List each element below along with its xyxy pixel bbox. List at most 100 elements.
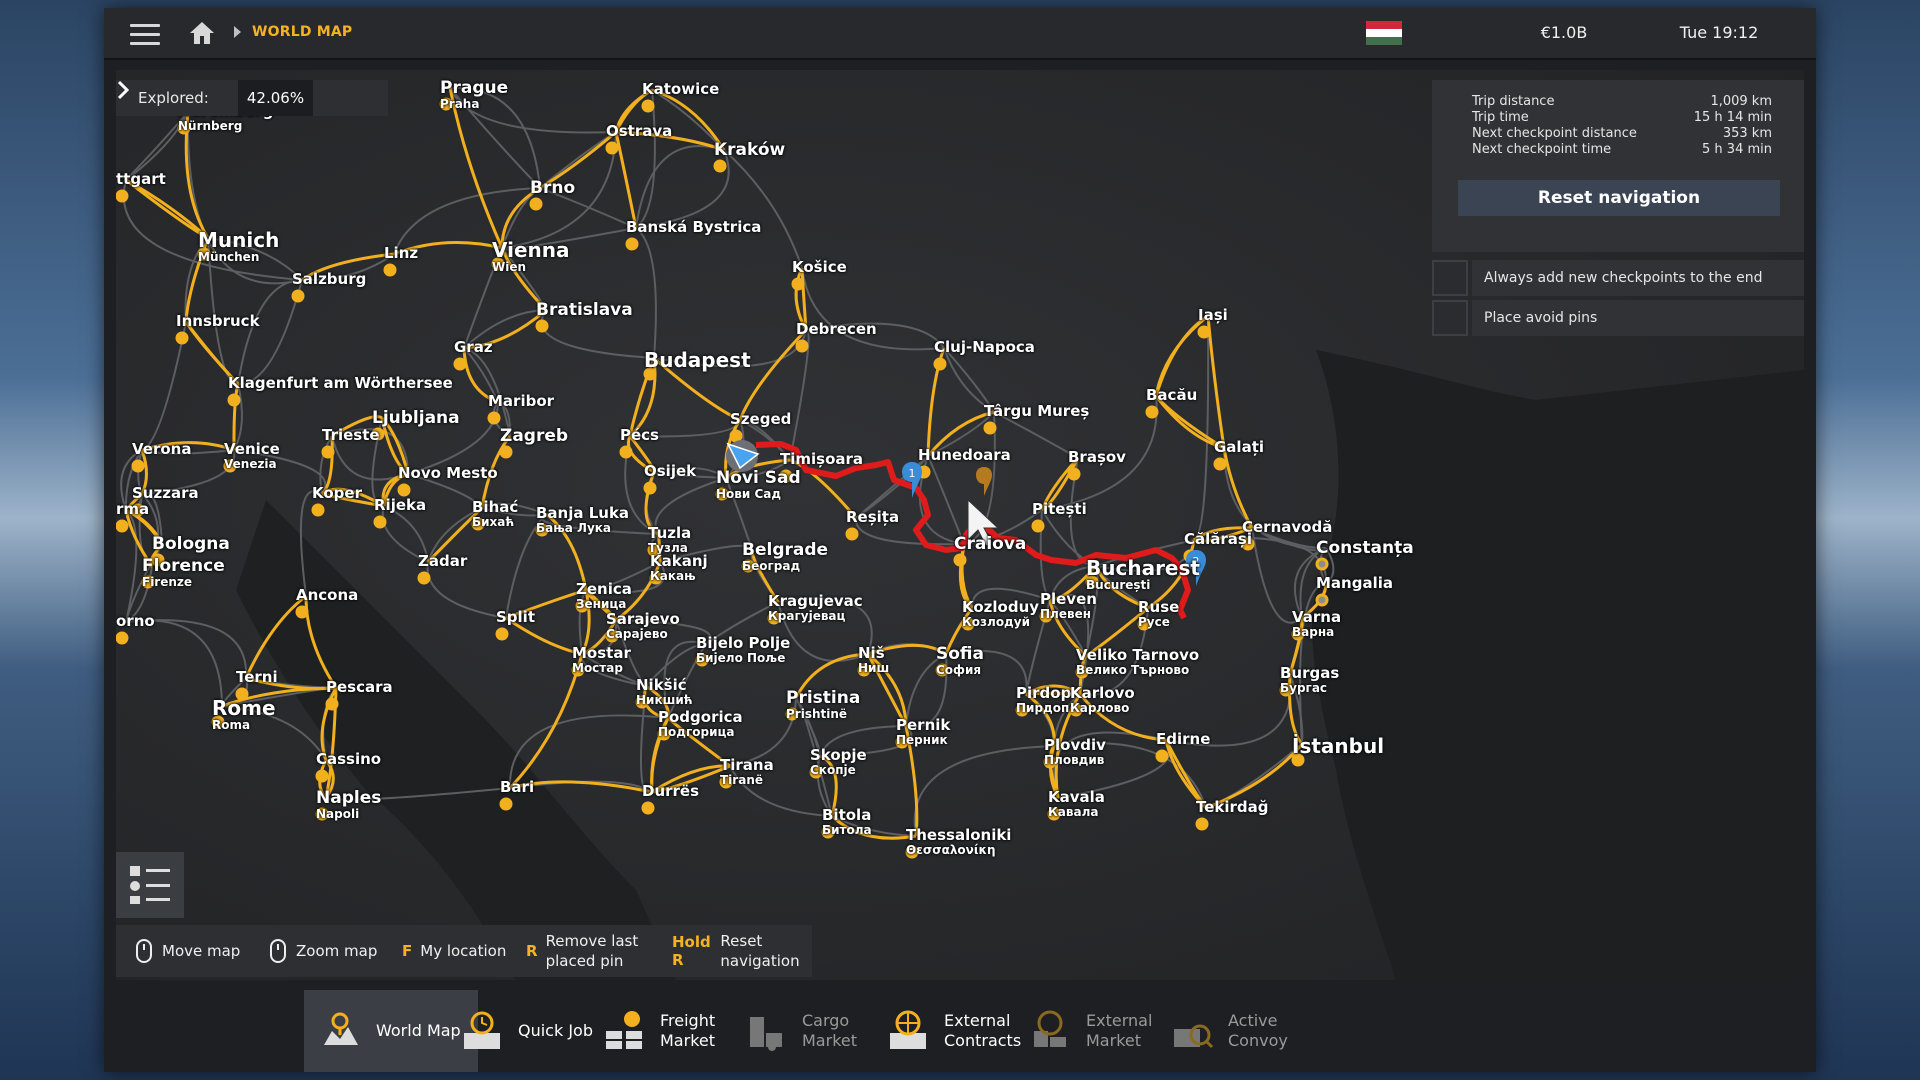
city-name: Ostrava: [606, 122, 673, 140]
city-dot[interactable]: [1213, 457, 1227, 471]
city-label: Nikšić Никшић: [636, 678, 693, 707]
city-dot[interactable]: [116, 519, 129, 533]
city-dot[interactable]: [983, 421, 997, 435]
city-dot[interactable]: [605, 141, 619, 155]
city-name: Bratislava: [536, 300, 633, 320]
city-local-name: Кавала: [1048, 805, 1099, 819]
place-avoid-pins-checkbox[interactable]: [1432, 300, 1468, 336]
city-label: Tekirdağ: [1196, 800, 1269, 815]
city-dot[interactable]: [1315, 557, 1329, 571]
hint-key: F: [402, 942, 413, 960]
city-dot[interactable]: [291, 289, 305, 303]
city-dot[interactable]: [643, 481, 657, 495]
city-name: Edirne: [1156, 730, 1211, 748]
city-dot[interactable]: [487, 411, 501, 425]
city-name: Timișoara: [780, 450, 864, 468]
tab-label: Cargo Market: [802, 1011, 857, 1051]
city-dot[interactable]: [625, 237, 639, 251]
city-dot[interactable]: [311, 503, 325, 517]
city-name: Banská Bystrica: [626, 218, 762, 236]
always-add-checkpoints-checkbox[interactable]: [1432, 260, 1468, 296]
city-dot[interactable]: [131, 459, 145, 473]
menu-icon[interactable]: [130, 20, 160, 46]
city-dot[interactable]: [295, 605, 309, 619]
tab-active-convoy[interactable]: Active Convoy: [1156, 990, 1330, 1072]
city-dot[interactable]: [1067, 467, 1081, 481]
city-dot[interactable]: [116, 189, 129, 203]
city-dot[interactable]: [1145, 405, 1159, 419]
city-label: Bologna: [152, 536, 230, 553]
city-dot[interactable]: [535, 319, 549, 333]
city-name: Terni: [236, 668, 278, 686]
city-label: Venice Venezia: [224, 442, 280, 471]
city-local-name: Пловдив: [1044, 753, 1105, 767]
city-name: Thessaloniki: [906, 826, 1012, 844]
city-dot[interactable]: [795, 339, 809, 353]
city-name: Cassino: [316, 750, 382, 768]
city-dot[interactable]: [1195, 817, 1209, 831]
next-checkpoint-time-row: Next checkpoint time 5 h 34 min: [1472, 142, 1772, 157]
city-dot[interactable]: [383, 263, 397, 277]
city-dot[interactable]: [321, 445, 335, 459]
option-label[interactable]: Always add new checkpoints to the end: [1472, 260, 1804, 296]
city-label: Durrës: [642, 784, 699, 799]
top-bar: WORLD MAP €1.0B Tue 19:12: [104, 8, 1816, 60]
city-dot[interactable]: [453, 357, 467, 371]
city-dot[interactable]: [495, 627, 509, 641]
place-avoid-pins-option[interactable]: Place avoid pins: [1432, 300, 1804, 336]
hint-remove-pin[interactable]: R Remove last placed pin: [526, 925, 656, 977]
city-dot[interactable]: [499, 797, 513, 811]
city-dot[interactable]: [373, 515, 387, 529]
hint-my-location[interactable]: F My location: [402, 925, 506, 977]
city-dot[interactable]: [641, 99, 655, 113]
city-name: Kavala: [1048, 788, 1105, 806]
city-dot[interactable]: [175, 331, 189, 345]
city-name: Verona: [132, 440, 192, 458]
stat-label: Next checkpoint time: [1472, 142, 1612, 157]
explored-expand-button[interactable]: [117, 80, 363, 116]
always-add-checkpoints-option[interactable]: Always add new checkpoints to the end: [1432, 260, 1804, 296]
stat-value: 1,009 km: [1710, 94, 1772, 109]
city-label: Košice: [792, 260, 847, 275]
city-dot[interactable]: [315, 769, 329, 783]
map-legend-button[interactable]: [116, 852, 184, 918]
tab-label-line: External: [944, 1011, 1011, 1030]
city-dot[interactable]: [933, 357, 947, 371]
city-name: Cluj-Napoca: [934, 338, 1035, 356]
city-label: Kozloduy Козлодуй: [962, 600, 1039, 629]
city-local-name: Venezia: [224, 457, 277, 471]
city-dot[interactable]: [729, 429, 743, 443]
city-local-name: Зеница: [576, 597, 627, 611]
option-label[interactable]: Place avoid pins: [1472, 300, 1804, 336]
city-dot[interactable]: [227, 393, 241, 407]
city-dot[interactable]: [1315, 593, 1329, 607]
city-name: Tirana: [720, 756, 774, 774]
city-label: Novi Sad Нови Сад: [716, 470, 801, 501]
city-label: Thessaloniki Θεσσαλονίκη: [906, 826, 1012, 857]
city-local-name: Варна: [1292, 625, 1335, 639]
city-dot[interactable]: [845, 527, 859, 541]
tab-label: Quick Job: [518, 1021, 593, 1041]
city-dot[interactable]: [325, 697, 339, 711]
world-map[interactable]: 1 2 PraguePrahaKatowiceNurembergNürnberg…: [116, 70, 1804, 980]
city-dot[interactable]: [116, 631, 129, 645]
hint-reset-navigation[interactable]: Hold R Reset navigation: [672, 925, 812, 977]
city-dot[interactable]: [1197, 325, 1211, 339]
city-name: Split: [496, 608, 535, 626]
city-dot[interactable]: [641, 801, 655, 815]
city-dot[interactable]: [499, 445, 513, 459]
city-dot[interactable]: [619, 445, 633, 459]
breadcrumb[interactable]: WORLD MAP: [252, 24, 352, 40]
city-dot[interactable]: [1155, 749, 1169, 763]
city-dot[interactable]: [1031, 519, 1045, 533]
city-dot[interactable]: [397, 483, 411, 497]
reset-navigation-button[interactable]: Reset navigation: [1458, 180, 1780, 216]
city-local-name: München: [198, 250, 260, 264]
home-icon[interactable]: [188, 20, 216, 46]
city-dot[interactable]: [417, 571, 431, 585]
city-local-name: Firenze: [142, 575, 193, 589]
city-dot[interactable]: [953, 553, 967, 567]
city-dot[interactable]: [791, 277, 805, 291]
city-dot[interactable]: [529, 197, 543, 211]
city-dot[interactable]: [713, 159, 727, 173]
